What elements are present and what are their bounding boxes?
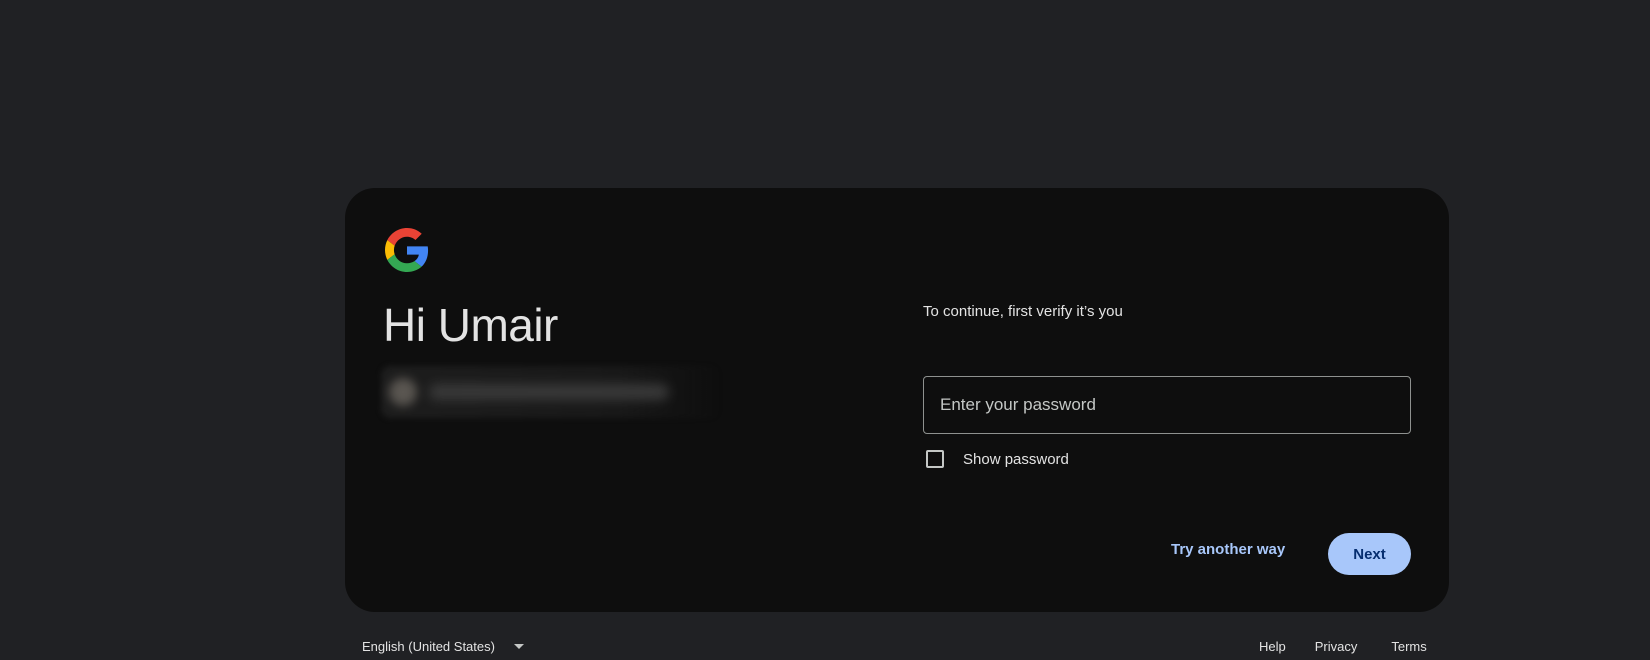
- privacy-link[interactable]: Privacy: [1315, 639, 1358, 654]
- greeting-title: Hi Umair: [383, 299, 558, 351]
- show-password-checkbox[interactable]: [926, 450, 944, 468]
- account-chip-blurred[interactable]: [381, 366, 721, 418]
- try-another-way-button[interactable]: Try another way: [1161, 532, 1295, 568]
- help-link[interactable]: Help: [1259, 639, 1286, 654]
- footer-links: Help Privacy Terms: [1259, 636, 1427, 656]
- language-label: English (United States): [362, 638, 495, 654]
- avatar: [389, 378, 417, 406]
- verify-subtitle: To continue, first verify it’s you: [923, 303, 1123, 320]
- next-button[interactable]: Next: [1328, 533, 1411, 575]
- blurred-email: [429, 384, 669, 400]
- caret-down-icon: [513, 643, 524, 649]
- show-password-label[interactable]: Show password: [963, 451, 1069, 468]
- language-selector[interactable]: English (United States): [362, 636, 524, 656]
- sign-in-card: Hi Umair To continue, first verify it’s …: [345, 188, 1449, 612]
- google-logo-icon: [385, 228, 429, 272]
- terms-link[interactable]: Terms: [1391, 639, 1426, 654]
- password-input[interactable]: [923, 376, 1411, 434]
- show-password-row[interactable]: Show password: [923, 444, 1069, 474]
